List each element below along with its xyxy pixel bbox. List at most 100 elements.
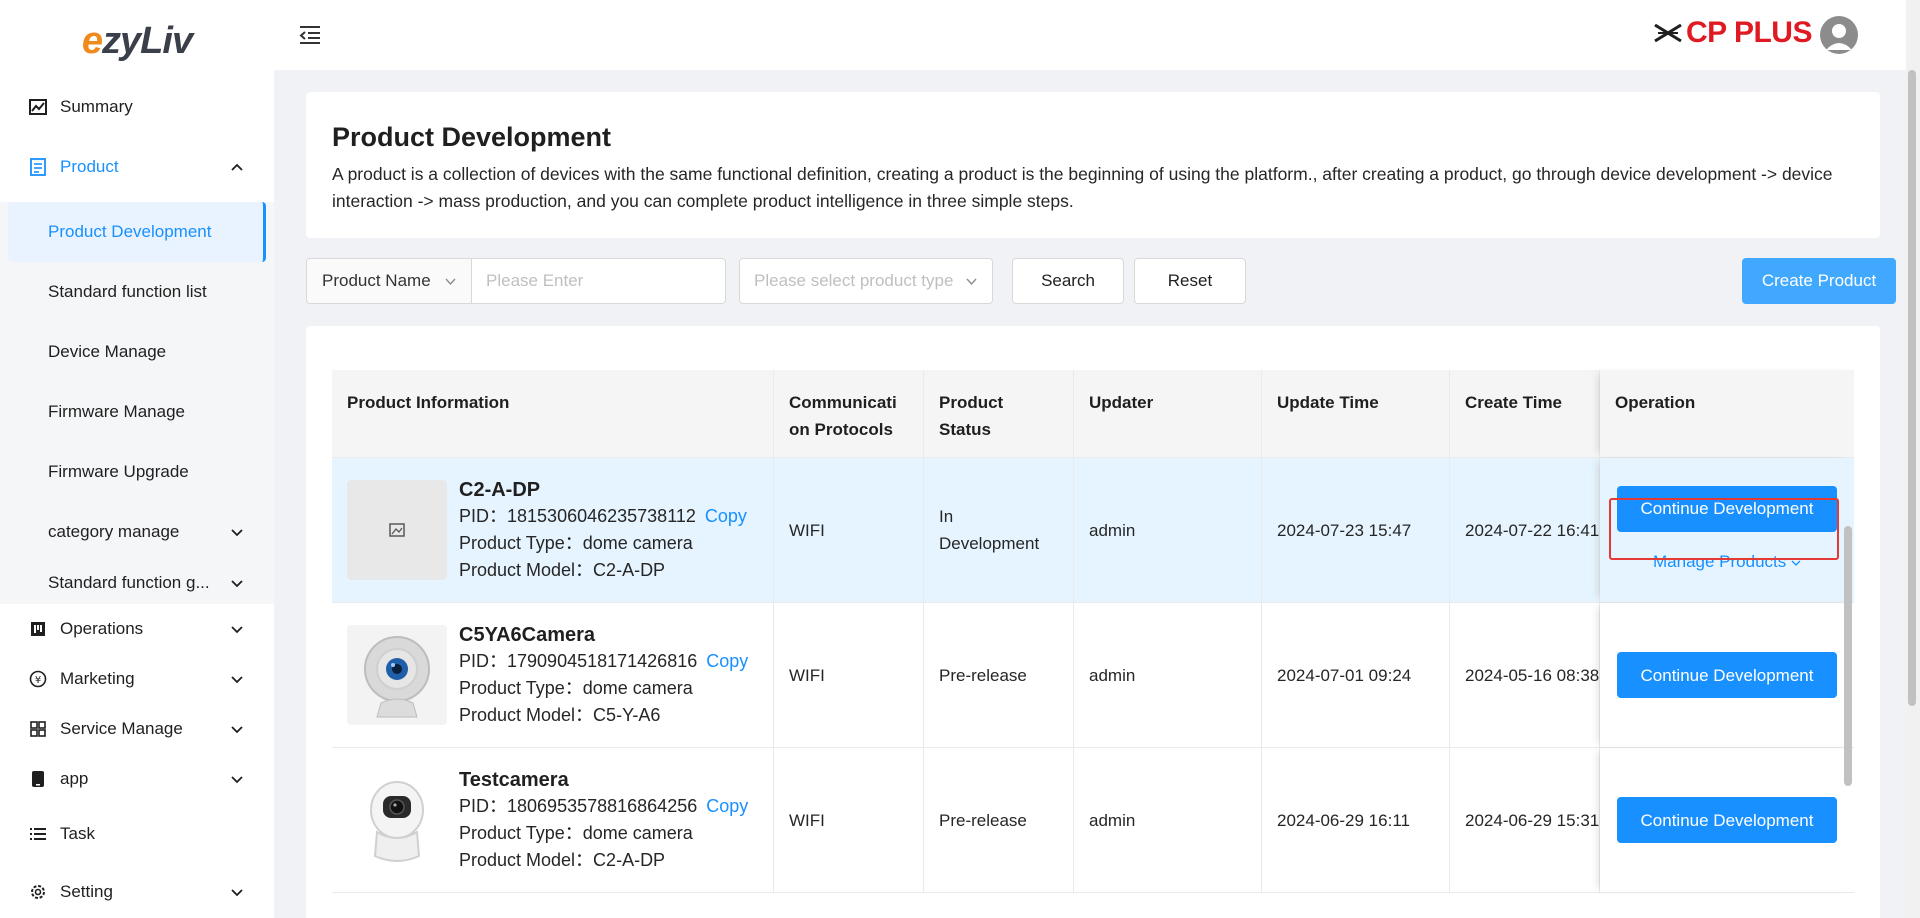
product-type: Product Type：dome camera <box>459 822 693 843</box>
continue-development-button[interactable]: Continue Development <box>1617 652 1837 698</box>
product-type-select[interactable]: Please select product type <box>739 258 993 304</box>
table-row[interactable]: C5YA6Camera PID：1790904518171426816 Copy… <box>332 603 1854 748</box>
kanban-icon <box>28 619 48 639</box>
copy-pid-link[interactable]: Copy <box>706 796 748 816</box>
product-thumbnail <box>347 625 447 725</box>
sidebar-item-label: Product <box>60 157 119 176</box>
chevron-down-icon <box>231 626 243 634</box>
sidebar-item-setting[interactable]: Setting <box>0 864 274 918</box>
search-button[interactable]: Search <box>1012 258 1124 304</box>
updater-cell: admin <box>1074 748 1262 892</box>
sidebar-item-service-manage[interactable]: Service Manage <box>0 704 274 754</box>
yen-circle-icon: ¥ <box>28 669 48 689</box>
logo-wordmark: zyLiv <box>102 19 193 62</box>
col-header-protocols: Communicati on Protocols <box>774 370 924 457</box>
chevron-down-icon <box>231 726 243 734</box>
sidebar-item-marketing[interactable]: ¥ Marketing <box>0 654 274 704</box>
user-avatar[interactable] <box>1820 16 1858 54</box>
subitem-label: Standard function g... <box>48 573 210 592</box>
status-cell: Pre-release <box>924 748 1074 892</box>
table-scrollbar[interactable] <box>1844 526 1852 786</box>
search-input[interactable]: Please Enter <box>472 258 726 304</box>
sidebar: ezyLiv Summary Product Product Developme… <box>0 0 274 918</box>
product-type: Product Type：dome camera <box>459 677 693 698</box>
updater-cell: admin <box>1074 458 1262 602</box>
col-header-label: Create Time <box>1465 393 1563 412</box>
protocol-cell: WIFI <box>774 748 924 892</box>
filter-field-select[interactable]: Product Name <box>306 258 472 304</box>
pid-label: PID： <box>459 505 508 526</box>
focus-highlight <box>1609 498 1839 560</box>
col-header-status: Product Status <box>924 370 1074 457</box>
create-product-button[interactable]: Create Product <box>1742 258 1896 304</box>
chevron-down-icon <box>231 676 243 684</box>
sidebar-subitem-firmware-manage[interactable]: Firmware Manage <box>0 382 274 442</box>
sidebar-item-task[interactable]: Task <box>0 804 274 864</box>
col-header-label: Status <box>939 420 991 439</box>
operation-cell: Continue Development <box>1600 748 1854 892</box>
sidebar-item-label: Setting <box>60 882 113 901</box>
chevron-up-icon <box>231 163 243 171</box>
subitem-label: Device Manage <box>48 342 167 361</box>
cp-plus-logo: CP PLUS <box>1654 16 1812 50</box>
sidebar-item-label: Service Manage <box>60 719 183 738</box>
intro-card: Product Development A product is a colle… <box>306 92 1880 238</box>
product-table-card: Product Information Communicati on Protoc… <box>306 326 1880 918</box>
product-submenu: Product Development Standard function li… <box>0 202 274 604</box>
protocol-cell: WIFI <box>774 603 924 747</box>
copy-pid-link[interactable]: Copy <box>705 506 747 526</box>
updater-cell: admin <box>1074 603 1262 747</box>
sidebar-item-label: Task <box>60 824 95 843</box>
sidebar-item-operations[interactable]: Operations <box>0 604 274 654</box>
continue-development-button[interactable]: Continue Development <box>1617 797 1837 843</box>
sidebar-subitem-product-development[interactable]: Product Development <box>8 202 266 262</box>
list-icon <box>28 824 48 844</box>
sidebar-subitem-standard-function-group[interactable]: Standard function g... <box>0 562 274 604</box>
operation-cell: Continue Development Manage Products <box>1600 458 1854 602</box>
col-header-label: Update Time <box>1277 393 1379 412</box>
col-header-label: Communicati <box>789 393 897 412</box>
pid-value: 1806953578816864256 <box>507 795 698 816</box>
update-time-cell: 2024-06-29 16:11 <box>1262 748 1450 892</box>
page-description: A product is a collection of devices wit… <box>332 164 1833 211</box>
pid-value: 1790904518171426816 <box>507 650 698 671</box>
chevron-down-icon <box>231 529 243 537</box>
pid-value: 1815306046235738112 <box>507 505 696 526</box>
subitem-label: Firmware Manage <box>48 402 185 421</box>
image-placeholder-icon <box>389 523 405 537</box>
sidebar-subitem-device-manage[interactable]: Device Manage <box>0 322 274 382</box>
sidebar-item-app[interactable]: app <box>0 754 274 804</box>
button-label: Continue Development <box>1640 810 1814 830</box>
sidebar-item-label: app <box>60 769 89 788</box>
table-row[interactable]: C2-A-DP PID：1815306046235738112 Copy Pro… <box>332 458 1854 603</box>
pid-label: PID： <box>459 650 508 671</box>
product-name: Testcamera <box>459 768 569 791</box>
subitem-label: Standard function list <box>48 282 207 301</box>
sidebar-subitem-category-manage[interactable]: category manage <box>0 502 274 562</box>
sidebar-subitem-firmware-upgrade[interactable]: Firmware Upgrade <box>0 442 274 502</box>
sidebar-item-label: Summary <box>60 97 133 116</box>
chevron-down-icon <box>231 889 243 897</box>
sidebar-item-label: Operations <box>60 619 144 638</box>
reset-button[interactable]: Reset <box>1134 258 1246 304</box>
sidebar-item-summary[interactable]: Summary <box>0 82 274 132</box>
subitem-label: Product Development <box>48 222 212 241</box>
product-table: Product Information Communicati on Protoc… <box>332 370 1854 893</box>
product-type-placeholder: Please select product type <box>754 271 954 290</box>
page-scrollbar[interactable] <box>1908 70 1916 706</box>
ezyliv-logo[interactable]: ezyLiv <box>0 0 274 82</box>
product-thumbnail <box>347 770 447 870</box>
copy-pid-link[interactable]: Copy <box>706 651 748 671</box>
table-row[interactable]: Testcamera PID：1806953578816864256 Copy … <box>332 748 1854 893</box>
update-time-cell: 2024-07-23 15:47 <box>1262 458 1450 602</box>
sidebar-item-label: Marketing <box>60 669 135 688</box>
menu-collapse-icon[interactable] <box>298 24 322 46</box>
table-header: Product Information Communicati on Protoc… <box>332 370 1854 458</box>
button-label: Continue Development <box>1640 665 1814 685</box>
sidebar-subitem-standard-function-list[interactable]: Standard function list <box>0 262 274 322</box>
filter-bar: Product Name Please Enter Please select … <box>306 258 1896 304</box>
col-header-label: Operation <box>1615 393 1696 412</box>
sidebar-item-product[interactable]: Product <box>0 132 274 202</box>
col-header-label: Updater <box>1089 393 1154 412</box>
product-type: Product Type：dome camera <box>459 532 693 553</box>
